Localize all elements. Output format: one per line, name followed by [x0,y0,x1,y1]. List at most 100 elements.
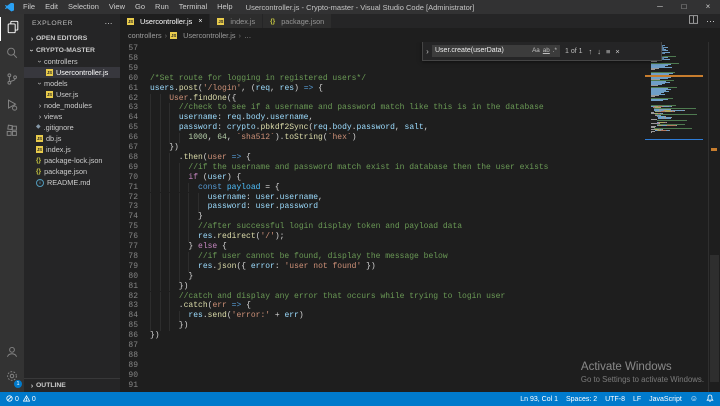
menu-item-view[interactable]: View [104,0,130,14]
cursor-position[interactable]: Ln 93, Col 1 [520,396,558,403]
breadcrumb-separator-icon: › [238,31,241,40]
find-input[interactable]: User.create(userData) Aa ab .* [432,45,560,57]
find-in-selection-icon[interactable]: ≡ [606,47,610,56]
close-find-icon[interactable]: × [615,47,619,56]
code-line: 61users.post('/login', (req, res) => { [120,84,645,94]
tree-item-label: .gitignore [44,122,74,133]
scrollbar[interactable] [708,42,720,392]
close-button[interactable]: × [696,0,720,14]
tree-item--gitignore[interactable]: ◆.gitignore [24,122,120,133]
code-line: 73 password: user.password [120,202,645,212]
sidebar-item-explorer[interactable] [0,17,25,41]
tab-index-js[interactable]: JSindex.js [210,14,263,28]
js-file-icon: JS [46,69,53,76]
whole-word-icon[interactable]: ab [543,45,550,57]
tree-item-node-modules[interactable]: ›node_modules [24,100,120,111]
code-text: //if the username and password match exi… [150,163,548,173]
problems-errors[interactable]: 0 [6,395,19,404]
tree-item-label: views [44,111,62,122]
minimap-cursor-line [645,139,703,141]
error-icon [6,395,13,404]
problems-warnings[interactable]: 0 [23,395,36,404]
tree-item-models[interactable]: ›models [24,78,120,89]
js-file-icon: JS [36,135,43,142]
eol-sequence[interactable]: LF [633,396,641,403]
minimize-button[interactable]: ─ [648,0,672,14]
vscode-logo-icon [5,3,14,12]
code-text: res.redirect('/'); [150,232,284,242]
tree-item-index-js[interactable]: JSindex.js [24,144,120,155]
previous-match-icon[interactable]: ↑ [589,47,593,56]
maximize-button[interactable]: □ [672,0,696,14]
settings-badge: 1 [14,380,22,388]
code-line: 84 res.send('error:' + err) [120,311,645,321]
indentation[interactable]: Spaces: 2 [566,396,597,403]
close-tab-icon[interactable]: × [198,18,202,25]
code-line: 91 [120,381,645,391]
tab-package-json[interactable]: {}package.json [263,14,332,28]
feedback-icon[interactable]: ☺ [690,395,698,403]
minimap[interactable] [645,42,707,392]
tree-item-label: package.json [44,166,87,177]
root-folder-row[interactable]: › CRYPTO-MASTER [24,45,120,56]
menu-item-run[interactable]: Run [150,0,174,14]
open-editors-section[interactable]: › OPEN EDITORS [24,33,120,44]
tree-item-user-js[interactable]: JSUser.js [24,89,120,100]
tree-item-readme-md[interactable]: iREADME.md [24,177,120,188]
code-editor[interactable]: 57585960/*Set route for logging in regis… [120,42,720,392]
menu-item-terminal[interactable]: Terminal [174,0,212,14]
code-line: 77 } else { [120,242,645,252]
bell-icon[interactable] [706,394,714,405]
code-text: }) [150,331,160,341]
code-text: password: user.password [150,202,318,212]
code-text: username: req.body.username, [150,113,313,123]
tree-item-package-json[interactable]: {}package.json [24,166,120,177]
settings-button[interactable]: 1 [0,366,24,390]
search-icon [5,46,19,65]
code-text: const payload = { [150,183,280,193]
tree-item-label: models [44,78,68,89]
sidebar-item-run-debug[interactable] [0,95,24,119]
menu-item-file[interactable]: File [18,0,40,14]
regex-icon[interactable]: .* [553,45,557,57]
code-text: }) [150,321,188,331]
next-match-icon[interactable]: ↓ [597,47,601,56]
menu-item-selection[interactable]: Selection [63,0,104,14]
encoding[interactable]: UTF-8 [605,396,625,403]
sidebar-item-source-control[interactable] [0,69,24,93]
match-case-icon[interactable]: Aa [532,45,540,57]
line-number: 88 [120,351,138,361]
chevron-down-icon: › [27,47,38,55]
code-line: 83 .catch(err => { [120,301,645,311]
code-text: } [150,272,193,282]
scrollbar-slider[interactable] [710,255,719,382]
breadcrumb-item[interactable]: … [244,31,251,40]
tab-usercontroller-js[interactable]: JSUsercontroller.js× [120,14,210,28]
menu-item-go[interactable]: Go [130,0,150,14]
outline-section[interactable]: › OUTLINE [24,378,120,392]
code-text: .then(user => { [150,153,251,163]
tree-item-controllers[interactable]: ›controllers [24,56,120,67]
language-mode[interactable]: JavaScript [649,396,682,403]
sidebar-item-search[interactable] [0,43,24,67]
breadcrumb-item[interactable]: Usercontroller.js [183,31,235,40]
breadcrumb-item[interactable]: controllers [128,31,162,40]
code-text: res.send('error:' + err) [150,311,304,321]
tree-item-db-js[interactable]: JSdb.js [24,133,120,144]
code-text: //if user cannot be found, display the m… [150,252,448,262]
tree-item-views[interactable]: ›views [24,111,120,122]
tree-item-package-lock-json[interactable]: {}package-lock.json [24,155,120,166]
code-line: 81 }) [120,282,645,292]
sidebar-item-extensions[interactable] [0,121,24,145]
line-number: 90 [120,371,138,381]
sidebar-more-actions-icon[interactable]: ⋯ [105,14,114,33]
account-button[interactable] [0,342,24,366]
editor-more-actions-icon[interactable]: ⋯ [706,16,715,27]
json-file-icon: {} [36,166,41,177]
toggle-replace-icon[interactable]: › [423,47,432,56]
split-editor-icon[interactable] [688,12,699,30]
menu-item-edit[interactable]: Edit [40,0,63,14]
menu-item-help[interactable]: Help [212,0,237,14]
breadcrumb: controllers›JSUsercontroller.js›… [120,28,720,42]
tree-item-usercontroller-js[interactable]: JSUsercontroller.js [24,67,120,78]
